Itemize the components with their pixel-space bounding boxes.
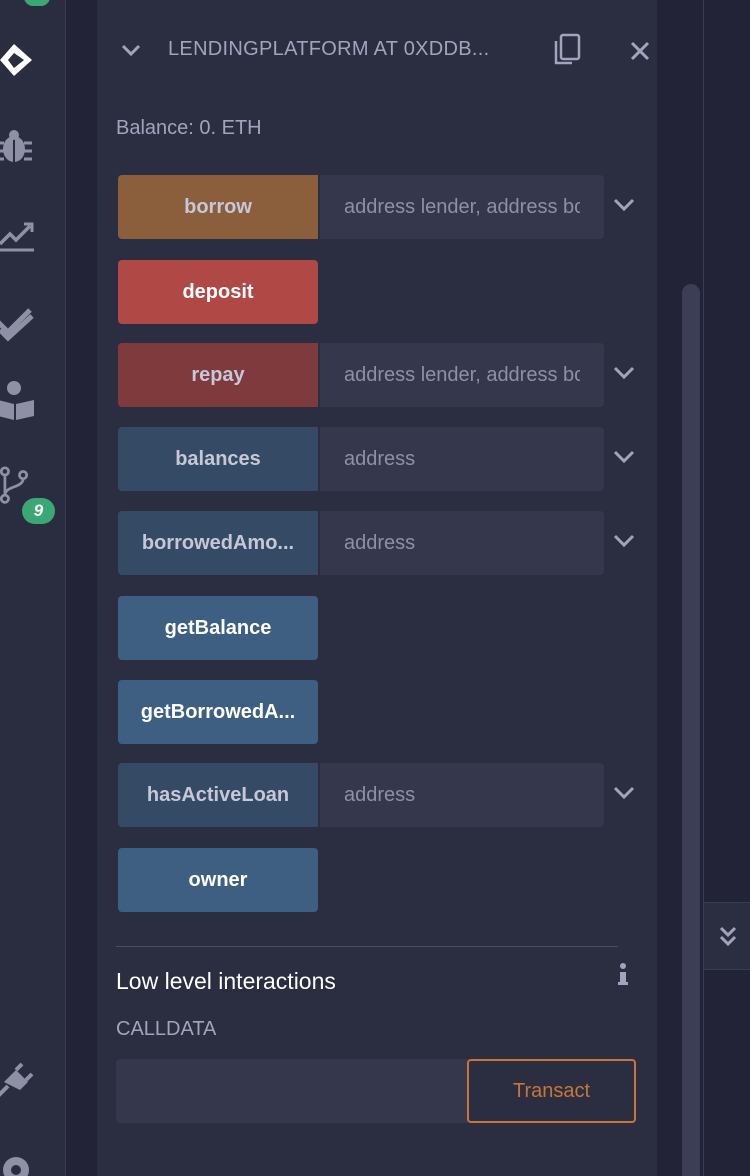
borrowed-amount-button[interactable]: borrowedAmo...: [118, 511, 318, 575]
get-borrowed-amount-button[interactable]: getBorrowedA...: [118, 680, 318, 744]
remix-logo-icon[interactable]: [0, 40, 36, 80]
transact-button[interactable]: Transact: [467, 1059, 636, 1123]
chevron-down-icon[interactable]: [613, 365, 635, 381]
balances-args-input[interactable]: [320, 427, 604, 491]
learn-book-icon[interactable]: [0, 380, 36, 420]
git-changes-badge: 9: [22, 498, 55, 524]
has-active-loan-button[interactable]: hasActiveLoan: [118, 763, 318, 827]
repay-args-input[interactable]: [320, 343, 604, 407]
calldata-label: CALLDATA: [116, 1018, 217, 1040]
expand-terminal-button[interactable]: [704, 902, 750, 970]
double-chevron-down-icon: [719, 926, 736, 947]
copy-icon[interactable]: [552, 33, 582, 67]
section-divider: [116, 946, 618, 947]
balances-button[interactable]: balances: [118, 427, 318, 491]
debug-bug-icon[interactable]: [0, 127, 34, 167]
chevron-down-icon[interactable]: [120, 40, 142, 62]
chevron-down-icon[interactable]: [613, 533, 635, 549]
double-check-icon[interactable]: [0, 302, 36, 342]
notification-badge: [24, 0, 50, 6]
borrow-button[interactable]: borrow: [118, 175, 318, 239]
close-icon[interactable]: [629, 40, 651, 62]
chevron-down-icon[interactable]: [613, 197, 635, 213]
contract-title[interactable]: LENDINGPLATFORM AT 0XDDB...: [168, 38, 490, 61]
borrow-args-input[interactable]: [320, 175, 604, 239]
calldata-input[interactable]: [116, 1059, 468, 1123]
deposit-button[interactable]: deposit: [118, 260, 318, 324]
panel-scrollbar[interactable]: [682, 284, 700, 1176]
has-active-loan-args-input[interactable]: [320, 763, 604, 827]
info-icon[interactable]: [616, 962, 630, 988]
icon-sidebar: 9: [0, 0, 66, 1176]
owner-button[interactable]: owner: [118, 848, 318, 912]
plugin-plug-icon[interactable]: [0, 1060, 36, 1100]
settings-gear-icon[interactable]: [0, 1150, 36, 1176]
low-level-title: Low level interactions: [116, 968, 336, 994]
repay-button[interactable]: repay: [118, 343, 318, 407]
contract-balance: Balance: 0. ETH: [116, 117, 262, 139]
chevron-down-icon[interactable]: [613, 785, 635, 801]
borrowed-amount-args-input[interactable]: [320, 511, 604, 575]
get-balance-button[interactable]: getBalance: [118, 596, 318, 660]
analytics-chart-icon[interactable]: [0, 216, 36, 256]
chevron-down-icon[interactable]: [613, 449, 635, 465]
terminal-pane: [703, 0, 750, 1176]
